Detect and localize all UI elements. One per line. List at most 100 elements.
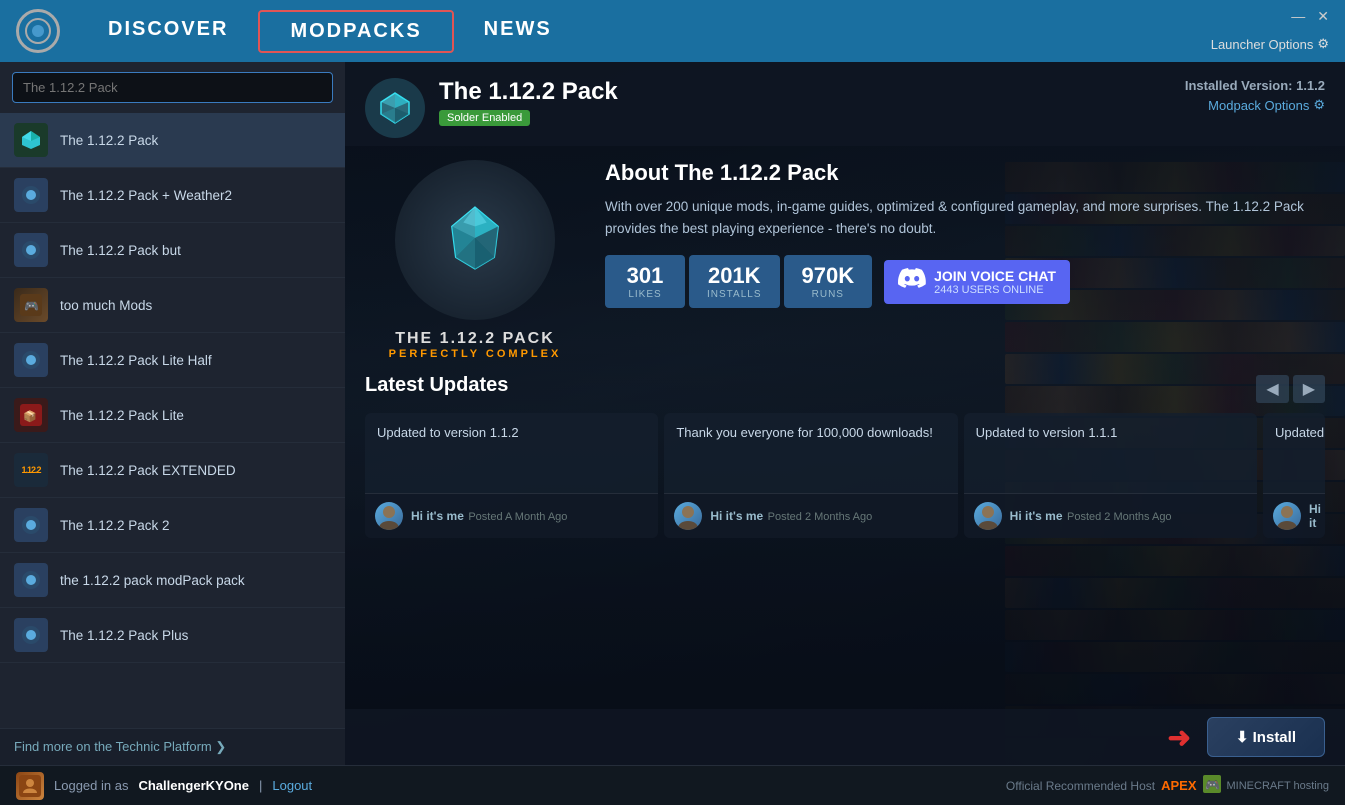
update-card-partial: Updated Hi it (1263, 413, 1325, 538)
stat-likes-label: LIKES (623, 289, 667, 300)
list-item[interactable]: The 1.12.2 Pack Lite Half (0, 333, 345, 388)
window-controls: — ✕ (1291, 8, 1329, 25)
updates-nav: ◀ ▶ (1256, 375, 1325, 403)
discord-text: JOIN VOICE CHAT 2443 USERS ONLINE (934, 268, 1056, 296)
logged-in-label: Logged in as (54, 778, 128, 793)
svg-text:🎮: 🎮 (24, 299, 39, 313)
technic-platform-label: Find more on the Technic Platform ❯ (14, 739, 226, 755)
arrow-icon: ➜ (1167, 721, 1190, 754)
app-logo[interactable] (16, 9, 60, 53)
update-cards: Updated to version 1.1.2 Hi it's me Post… (365, 413, 1325, 538)
update-card-body: Updated to version 1.1.1 (964, 413, 1257, 493)
main-area: The 1.12.2 Pack The 1.12.2 Pack + Weathe… (0, 62, 1345, 765)
username-label: ChallengerKYOne (138, 778, 249, 793)
update-poster-info: Hi it's me Posted 2 Months Ago (1010, 507, 1172, 525)
user-avatar (16, 772, 44, 800)
gear-icon: ⚙ (1317, 36, 1329, 52)
list-item[interactable]: The 1.12.2 Pack + Weather2 (0, 168, 345, 223)
list-item[interactable]: The 1.12.2 Pack 2 (0, 498, 345, 553)
pack-visual: THE 1.12.2 PACK PERFECTLY COMPLEX (365, 160, 585, 360)
stat-installs: 201K INSTALLS (689, 255, 780, 308)
discord-button[interactable]: JOIN VOICE CHAT 2443 USERS ONLINE (884, 260, 1070, 304)
list-item-label: The 1.12.2 Pack but (60, 243, 181, 258)
tab-news[interactable]: NEWS (454, 10, 582, 53)
list-item-label: The 1.12.2 Pack 2 (60, 518, 170, 533)
pack-header: The 1.12.2 Pack Solder Enabled Installed… (345, 62, 1345, 146)
close-button[interactable]: ✕ (1317, 8, 1329, 25)
list-item[interactable]: 1.12.2 The 1.12.2 Pack EXTENDED (0, 443, 345, 498)
list-item[interactable]: The 1.12.2 Pack (0, 113, 345, 168)
about-title: About The 1.12.2 Pack (605, 160, 1325, 186)
minimize-button[interactable]: — (1291, 8, 1305, 25)
posted-time: Posted A Month Ago (468, 511, 567, 523)
update-card-partial-body: Updated (1263, 413, 1325, 493)
pack-name: The 1.12.2 Pack (439, 78, 1185, 106)
poster-name: Hi it's me (1010, 509, 1063, 523)
poster-name: Hi it's me (710, 509, 763, 523)
stats-row: 301 LIKES 201K INSTALLS 970K RUNS (605, 255, 1325, 308)
pack-icon: 📦 (14, 398, 48, 432)
nav-tabs: DISCOVER MODPACKS NEWS (78, 10, 582, 53)
stat-likes: 301 LIKES (605, 255, 685, 308)
updates-next-button[interactable]: ▶ (1293, 375, 1325, 403)
pack-icon (14, 618, 48, 652)
separator: | (259, 778, 262, 793)
list-item-label: The 1.12.2 Pack (60, 133, 158, 148)
logout-button[interactable]: Logout (272, 778, 312, 793)
update-card: Thank you everyone for 100,000 downloads… (664, 413, 957, 538)
list-item-label: The 1.12.2 Pack + Weather2 (60, 188, 232, 203)
stat-runs-label: RUNS (802, 289, 855, 300)
svg-text:🎮: 🎮 (1205, 778, 1220, 792)
search-input[interactable] (12, 72, 333, 103)
pack-meta-right: Installed Version: 1.1.2 Modpack Options… (1185, 78, 1325, 113)
list-item[interactable]: the 1.12.2 pack modPack pack (0, 553, 345, 608)
list-item-label: too much Mods (60, 298, 152, 313)
installed-version: Installed Version: 1.1.2 (1185, 78, 1325, 93)
poster-name-partial: Hi it (1309, 502, 1321, 530)
apex-sub: MINECRAFT hosting (1227, 780, 1330, 792)
avatar (1273, 502, 1301, 530)
update-card-partial-footer: Hi it (1263, 493, 1325, 538)
modpack-options-button[interactable]: Modpack Options ⚙ (1185, 97, 1325, 113)
list-item-label: The 1.12.2 Pack EXTENDED (60, 463, 236, 478)
stat-runs: 970K RUNS (784, 255, 873, 308)
pack-logo-circle (395, 160, 555, 320)
pack-icon: 🎮 (14, 288, 48, 322)
list-item-label: The 1.12.2 Pack Lite Half (60, 353, 212, 368)
sidebar-list: The 1.12.2 Pack The 1.12.2 Pack + Weathe… (0, 113, 345, 728)
update-card: Updated to version 1.1.1 Hi it's me Post… (964, 413, 1257, 538)
pack-icon (14, 123, 48, 157)
stat-likes-number: 301 (623, 263, 667, 289)
list-item-label: The 1.12.2 Pack Lite (60, 408, 184, 423)
stat-installs-label: INSTALLS (707, 289, 762, 300)
updates-prev-button[interactable]: ◀ (1256, 375, 1288, 403)
pack-logo-title: THE 1.12.2 PACK (389, 330, 562, 348)
list-item[interactable]: The 1.12.2 Pack but (0, 223, 345, 278)
discord-title: JOIN VOICE CHAT (934, 268, 1056, 284)
list-item[interactable]: 🎮 too much Mods (0, 278, 345, 333)
pack-icon (14, 343, 48, 377)
pack-icon (14, 508, 48, 542)
updates-section: Latest Updates ◀ ▶ Updated to version 1.… (345, 374, 1345, 709)
bottom-bar: Logged in as ChallengerKYOne | Logout Of… (0, 765, 1345, 805)
launcher-options-button[interactable]: Launcher Options ⚙ (1211, 36, 1329, 52)
update-poster-info: Hi it's me Posted A Month Ago (411, 507, 567, 525)
update-card-body: Updated to version 1.1.2 (365, 413, 658, 493)
pack-main-icon (365, 78, 425, 138)
tab-modpacks[interactable]: MODPACKS (258, 10, 453, 53)
list-item[interactable]: The 1.12.2 Pack Plus (0, 608, 345, 663)
host-label: Official Recommended Host (1006, 779, 1155, 793)
tab-discover[interactable]: DISCOVER (78, 10, 258, 53)
install-button[interactable]: ⬇ Install (1207, 717, 1325, 757)
list-item[interactable]: 📦 The 1.12.2 Pack Lite (0, 388, 345, 443)
content-area: The 1.12.2 Pack Solder Enabled Installed… (345, 62, 1345, 765)
updates-title: Latest Updates (365, 374, 508, 397)
technic-platform-link[interactable]: Find more on the Technic Platform ❯ (0, 728, 345, 765)
list-item-label: the 1.12.2 pack modPack pack (60, 573, 245, 588)
pack-logo-subtitle: PERFECTLY COMPLEX (389, 348, 562, 360)
about-text: With over 200 unique mods, in-game guide… (605, 196, 1325, 239)
update-card-footer: Hi it's me Posted A Month Ago (365, 493, 658, 538)
modpack-options-label: Modpack Options (1208, 98, 1309, 113)
update-card-footer: Hi it's me Posted 2 Months Ago (664, 493, 957, 538)
content-inner: The 1.12.2 Pack Solder Enabled Installed… (345, 62, 1345, 765)
